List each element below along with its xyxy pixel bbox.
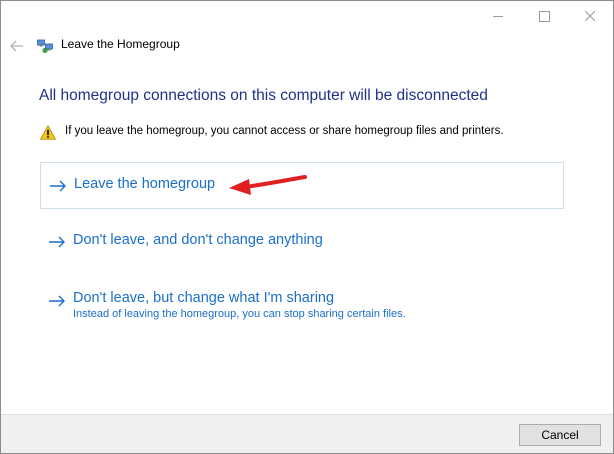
dialog-footer: Cancel (1, 414, 613, 453)
option-label: Leave the homegroup (74, 176, 216, 192)
window-title: Leave the Homegroup (61, 37, 180, 51)
page-heading: All homegroup connections on this comput… (39, 87, 488, 104)
option-description: Instead of leaving the homegroup, you ca… (73, 308, 406, 320)
dont-leave-option[interactable]: Don't leave, and don't change anything (40, 226, 564, 256)
option-label: Don't leave, but change what I'm sharing (73, 290, 335, 306)
right-arrow-icon (50, 180, 66, 192)
right-arrow-icon (49, 236, 65, 248)
maximize-icon (538, 10, 550, 22)
maximize-button[interactable] (521, 1, 567, 31)
close-icon (585, 11, 595, 21)
right-arrow-icon (49, 295, 65, 307)
minimize-button[interactable] (475, 1, 521, 31)
cancel-button[interactable]: Cancel (519, 424, 601, 446)
back-arrow-icon (10, 40, 23, 52)
annotation-arrow-icon (229, 175, 307, 195)
warning-icon (40, 125, 56, 140)
option-label: Don't leave, and don't change anything (73, 232, 323, 248)
warning-text: If you leave the homegroup, you cannot a… (65, 125, 504, 137)
back-button[interactable] (7, 35, 27, 57)
homegroup-icon (37, 39, 53, 54)
change-sharing-option[interactable]: Don't leave, but change what I'm sharing… (40, 284, 564, 326)
minimize-icon (493, 15, 503, 17)
leave-homegroup-window: Leave the Homegroup All homegroup connec… (0, 0, 614, 454)
close-button[interactable] (567, 1, 613, 31)
